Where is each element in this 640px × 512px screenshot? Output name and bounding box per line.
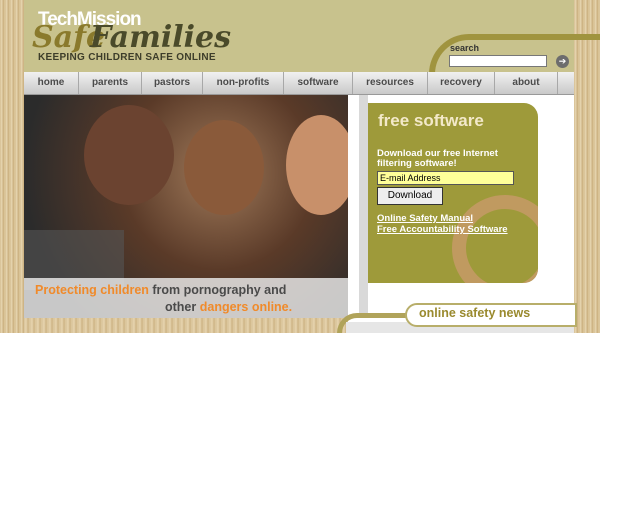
vertical-divider (359, 95, 368, 318)
page: TechMission Safe Families KEEPING CHILDR… (0, 0, 600, 333)
free-software-title: free software (378, 111, 484, 130)
nav-non-profits[interactable]: non-profits (203, 72, 284, 94)
caption-text-2: other (165, 300, 200, 314)
nav-recovery[interactable]: recovery (428, 72, 495, 94)
logo-families[interactable]: Families (90, 20, 231, 55)
left-border (0, 0, 24, 333)
link-online-safety-manual[interactable]: Online Safety Manual (377, 213, 473, 224)
free-software-panel: free software Download our free Internet… (368, 103, 538, 283)
download-button[interactable]: Download (377, 187, 443, 205)
child-photo-left (84, 105, 174, 205)
search-label: search (450, 43, 480, 53)
caption-highlight-2: dangers online. (199, 300, 293, 314)
nav-home[interactable]: home (24, 72, 79, 94)
nav-pastors[interactable]: pastors (142, 72, 203, 94)
nav-parents[interactable]: parents (79, 72, 142, 94)
email-field[interactable] (377, 171, 514, 185)
power-icon (452, 195, 538, 283)
tagline: KEEPING CHILDREN SAFE ONLINE (38, 52, 216, 63)
link-free-accountability-software[interactable]: Free Accountability Software (377, 224, 508, 235)
nav-bar: home parents pastors non-profits softwar… (24, 72, 574, 95)
header: TechMission Safe Families KEEPING CHILDR… (24, 0, 600, 120)
hero-photo: Protecting children from pornography and… (24, 95, 348, 318)
nav-about[interactable]: about (495, 72, 558, 94)
child-photo-right (286, 115, 348, 215)
news-title[interactable]: online safety news (419, 306, 530, 320)
caption-text-1: from pornography and (148, 283, 287, 297)
search-input[interactable] (449, 55, 547, 67)
hero-caption-line2: other dangers online. (165, 300, 292, 314)
search-go-button[interactable]: ➔ (556, 55, 569, 68)
nav-software[interactable]: software (284, 72, 353, 94)
hero-caption-line1: Protecting children from pornography and (35, 283, 286, 297)
nav-resources[interactable]: resources (353, 72, 428, 94)
caption-highlight-1: Protecting children (35, 283, 149, 297)
arrow-right-icon: ➔ (558, 56, 567, 66)
child-photo-center (184, 120, 264, 215)
free-software-description: Download our free Internet filtering sof… (377, 148, 498, 169)
